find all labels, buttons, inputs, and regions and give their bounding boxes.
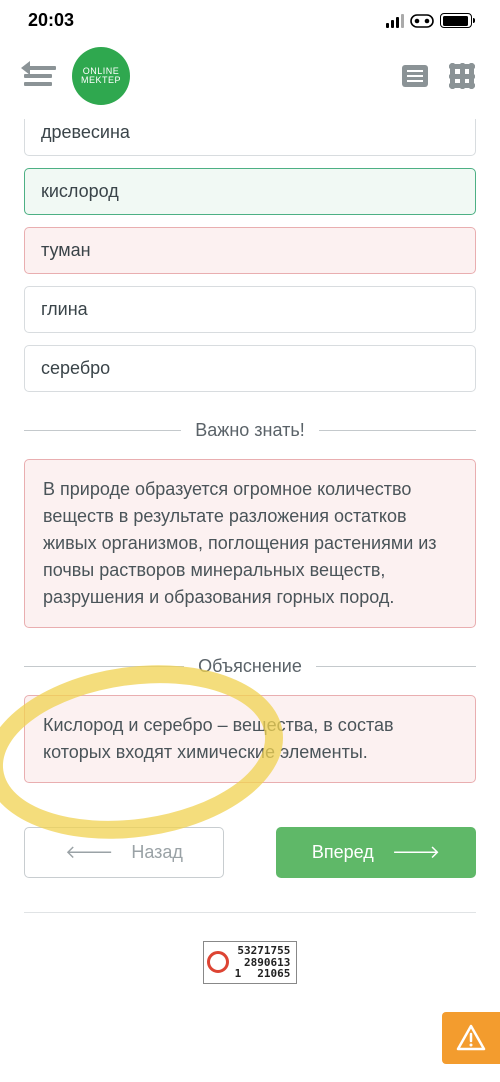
forward-button[interactable]: Вперед 🡒 — [276, 827, 476, 878]
signal-icon — [386, 14, 405, 28]
status-indicators — [386, 13, 473, 28]
explanation-body: Кислород и серебро – вещества, в состав … — [43, 715, 394, 762]
important-box: В природе образуется огромное количество… — [24, 459, 476, 628]
battery-icon — [440, 13, 472, 28]
back-label: Назад — [131, 842, 183, 863]
counter-n3b: 21065 — [257, 968, 290, 980]
answer-option-label: серебро — [41, 358, 110, 378]
visitor-counter: 53271755 2890613 1 21065 — [203, 941, 298, 984]
counter-n3a: 1 — [235, 968, 242, 980]
hotspot-icon — [410, 14, 434, 28]
status-time: 20:03 — [28, 10, 74, 31]
explanation-divider: Объяснение — [24, 656, 476, 677]
forward-label: Вперед — [312, 842, 374, 863]
important-title: Важно знать! — [195, 420, 304, 441]
explanation-box: Кислород и серебро – вещества, в состав … — [24, 695, 476, 783]
warning-icon — [456, 1024, 486, 1052]
logo-line2: MEKTEP — [81, 76, 121, 85]
answer-option[interactable]: серебро — [24, 345, 476, 392]
answer-option-label: древесина — [41, 122, 130, 142]
counter-ring-icon — [207, 951, 229, 973]
arrow-left-icon: 🡐 — [65, 842, 113, 863]
arrow-right-icon: 🡒 — [392, 842, 440, 863]
answer-option[interactable]: глина — [24, 286, 476, 333]
explanation-wrap: Кислород и серебро – вещества, в состав … — [24, 695, 476, 783]
answer-option[interactable]: древесина — [24, 119, 476, 156]
counter-n1: 53271755 — [235, 945, 291, 957]
answer-option[interactable]: кислород — [24, 168, 476, 215]
logo[interactable]: ONLINE MEKTEP — [72, 47, 130, 105]
alert-button[interactable] — [442, 1012, 500, 1064]
app-header: ONLINE MEKTEP — [0, 35, 500, 119]
important-divider: Важно знать! — [24, 420, 476, 441]
nav-buttons: 🡐 Назад Вперед 🡒 — [24, 827, 476, 878]
list-icon[interactable] — [402, 65, 428, 87]
status-bar: 20:03 — [0, 0, 500, 35]
language-icon[interactable] — [448, 62, 476, 90]
answer-option-label: туман — [41, 240, 91, 260]
answer-option[interactable]: туман — [24, 227, 476, 274]
explanation-title: Объяснение — [198, 656, 302, 677]
main-content: древесина кислород туман глина серебро Важно… — [0, 119, 500, 984]
back-button[interactable]: 🡐 Назад — [24, 827, 224, 878]
footer: 53271755 2890613 1 21065 — [24, 912, 476, 984]
answer-option-label: кислород — [41, 181, 119, 201]
answer-option-label: глина — [41, 299, 88, 319]
menu-icon[interactable] — [24, 64, 56, 88]
important-body: В природе образуется огромное количество… — [43, 479, 437, 607]
answer-options: древесина кислород туман глина серебро — [24, 119, 476, 392]
